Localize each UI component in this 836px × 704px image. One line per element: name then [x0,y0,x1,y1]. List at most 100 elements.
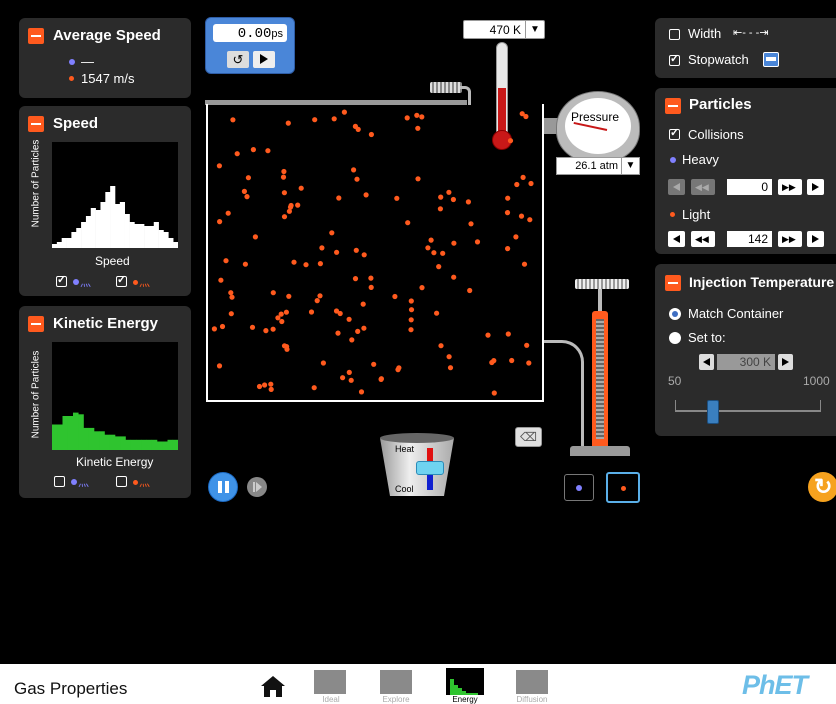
light-particle [408,317,414,323]
light-particle [524,342,530,348]
light-particle [352,123,358,129]
light-particle [451,240,457,246]
heavy-count-field[interactable]: 0 [727,179,772,195]
ke-light-checkbox[interactable] [116,476,127,487]
stopwatch-checkbox[interactable] [669,52,680,66]
light-particle [317,293,323,299]
ke-bar [52,424,58,450]
pump[interactable] [592,311,608,451]
explore-screen-icon [380,670,412,694]
ke-bar [157,441,163,450]
light-increment-fast-button[interactable]: ▶▶ [778,231,802,247]
light-particle [440,250,446,256]
collapse-average-speed-button[interactable] [28,28,44,44]
light-count-field[interactable]: 142 [727,231,772,247]
step-forward-button[interactable] [247,477,267,497]
light-particle [353,247,359,253]
heavy-decrement-fast-button[interactable]: ◀◀ [691,179,715,195]
light-particle [396,365,402,371]
pump-light-button[interactable] [606,472,640,503]
light-particle [465,199,471,205]
ke-heavy-checkbox[interactable] [54,476,65,487]
light-particle [446,189,452,195]
speed-light-checkbox[interactable] [116,273,127,287]
light-particle [311,385,317,391]
slider-tick-min [675,400,676,412]
screen-tab-energy[interactable]: Energy [442,667,488,704]
light-particle [252,234,258,240]
screen-tab-ideal[interactable]: Ideal [311,668,351,704]
light-particle [270,326,276,332]
light-particle [216,363,223,369]
light-increment-button[interactable] [807,231,824,247]
pump-heavy-button[interactable] [564,474,594,501]
pump-handle[interactable] [575,279,629,289]
injection-increment-button[interactable] [778,354,793,370]
light-particle [228,311,234,317]
light-particle [514,181,520,188]
light-particle [408,327,414,333]
ke-bar [125,439,132,450]
screen-tab-diffusion[interactable]: Diffusion [509,668,555,704]
pause-button[interactable] [208,472,238,502]
chevron-down-icon[interactable]: ▼ [621,158,639,174]
light-particle [505,195,511,201]
chevron-down-icon[interactable]: ▼ [525,21,544,38]
light-particle [354,176,360,182]
light-particle [317,261,323,267]
phet-logo[interactable]: PhET [742,670,808,701]
screen-tab-explore[interactable]: Explore [374,668,418,704]
speed-bar [95,210,101,248]
collapse-particles-button[interactable] [665,98,681,114]
light-particle [405,220,411,226]
light-particle [242,261,248,267]
collisions-checkbox[interactable] [669,126,680,140]
speed-heavy-checkbox[interactable] [56,273,67,287]
light-particle [211,326,217,332]
navigation-bar: Gas Properties Ideal Explore Energy Diff… [0,664,836,704]
lid-handle[interactable] [430,82,462,93]
light-decrement-button[interactable] [668,231,685,247]
ke-bar [104,434,111,450]
ke-bar [78,414,84,450]
home-button[interactable] [260,674,286,698]
light-particle [265,148,271,154]
pressure-readout[interactable]: 26.1 atm ▼ [556,157,640,175]
collapse-kinetic-energy-button[interactable] [28,316,44,332]
eraser-button[interactable]: ⌫ [515,427,542,447]
light-decrement-fast-button[interactable]: ◀◀ [691,231,715,247]
thermometer-readout[interactable]: 470 K ▼ [463,20,545,39]
stopwatch-play-button[interactable] [253,51,275,68]
light-particle [371,361,377,367]
options-panel: Width ⇤- - -⇥ Stopwatch [655,18,836,78]
stopwatch-reset-button[interactable]: ↺ [227,51,249,68]
heat-cool-slider-thumb[interactable] [416,461,444,475]
heavy-increment-button[interactable] [807,179,824,195]
ke-bar [130,439,137,450]
kinetic-energy-histogram [52,342,179,450]
width-checkbox[interactable] [669,29,680,40]
reset-all-button[interactable]: ↻ [808,472,836,502]
average-speed-panel: Average Speed — 1547 m/s [19,18,191,98]
ke-bar [88,427,95,450]
set-to-radio[interactable] [669,332,681,344]
light-particle [216,163,222,169]
heavy-increment-fast-button[interactable]: ▶▶ [778,179,802,195]
match-container-radio[interactable] [669,308,681,320]
collapse-injection-button[interactable] [665,275,681,291]
speed-bar [139,224,145,248]
heavy-decrement-button[interactable] [668,179,685,195]
ke-bar [62,416,69,450]
speed-bar [168,238,174,248]
speed-bar [158,230,164,248]
injection-slider-thumb[interactable] [707,400,720,424]
light-particle [219,323,226,330]
ke-ylabel: Number of Particles [30,350,42,439]
injection-temp-field[interactable]: 300 K [717,354,775,370]
stopwatch[interactable]: 0.00ps ↺ [205,17,295,74]
speed-bar [110,186,116,248]
light-particle [234,151,240,157]
injection-decrement-button[interactable] [699,354,714,370]
light-particle [262,382,268,388]
light-particle [351,167,357,173]
